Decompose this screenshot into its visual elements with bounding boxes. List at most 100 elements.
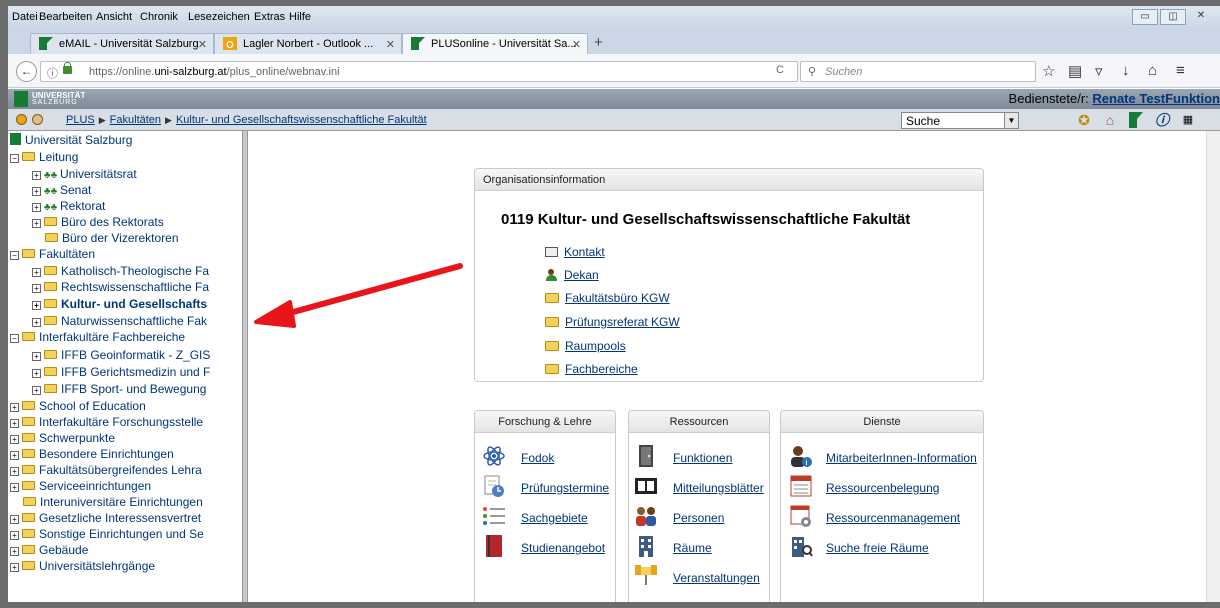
- tree-item[interactable]: Universität Salzburg: [10, 133, 132, 147]
- expand-icon[interactable]: +: [10, 451, 19, 460]
- menu-bearbeiten[interactable]: Bearbeiten: [39, 11, 92, 23]
- link-raeume[interactable]: Räume: [673, 541, 712, 555]
- menu-chronik[interactable]: Chronik: [140, 11, 178, 23]
- tree-item[interactable]: + Universitätslehrgänge: [10, 559, 155, 573]
- link-fakultaetsbuero[interactable]: Fakultätsbüro KGW: [545, 291, 670, 305]
- tree-item[interactable]: + IFFB Sport- und Bewegung: [32, 382, 206, 396]
- expand-icon[interactable]: +: [32, 203, 41, 212]
- menu-extras[interactable]: Extras: [254, 11, 285, 23]
- close-tab-icon[interactable]: ✕: [386, 38, 395, 51]
- reload-icon[interactable]: C: [776, 64, 784, 76]
- tree-item[interactable]: + IFFB Gerichtsmedizin und F: [32, 365, 210, 379]
- minimize-button[interactable]: ▭: [1132, 9, 1158, 25]
- tree-item[interactable]: Büro der Vizerektoren: [45, 231, 179, 245]
- plus-flag-icon[interactable]: [1126, 111, 1146, 129]
- tree-item[interactable]: − Leitung: [10, 150, 78, 164]
- tree-item[interactable]: + ♣♣ Senat: [32, 183, 91, 197]
- expand-icon[interactable]: +: [10, 531, 19, 540]
- link-suche-freie-raeume[interactable]: Suche freie Räume: [826, 541, 929, 555]
- back-circle-icon[interactable]: [16, 114, 27, 125]
- link-ressourcenmanagement[interactable]: Ressourcenmanagement: [826, 511, 960, 525]
- tree-item[interactable]: + School of Education: [10, 399, 146, 413]
- expand-icon[interactable]: +: [32, 386, 41, 395]
- tree-item[interactable]: + Besondere Einrichtungen: [10, 447, 174, 461]
- bookmark-star-icon[interactable]: ☆: [1042, 62, 1055, 80]
- expand-icon[interactable]: +: [32, 284, 41, 293]
- breadcrumb-kgw[interactable]: Kultur- und Gesellschaftswissenschaftlic…: [176, 114, 427, 126]
- history-circle-icon[interactable]: [32, 114, 43, 125]
- tree-item[interactable]: + ♣♣ Universitätsrat: [32, 167, 137, 181]
- link-dekan[interactable]: Dekan: [545, 268, 599, 282]
- tab-plusonline[interactable]: PLUSonline - Universität Sa... ✕: [402, 33, 588, 54]
- expand-icon[interactable]: +: [32, 318, 41, 327]
- close-tab-icon[interactable]: ✕: [198, 38, 207, 51]
- url-bar[interactable]: ⓘ https://online.uni-salzburg.at/plus_on…: [40, 61, 798, 82]
- link-fodok[interactable]: Fodok: [521, 451, 554, 465]
- tree-item-selected[interactable]: + Kultur- und Gesellschafts: [32, 297, 207, 311]
- university-logo[interactable]: UNIVERSITÄT SALZBURG: [14, 91, 112, 107]
- hamburger-menu-icon[interactable]: ≡: [1176, 62, 1185, 79]
- collapse-icon[interactable]: −: [10, 251, 19, 260]
- tree-item[interactable]: + Interfakultäre Forschungsstelle: [10, 415, 203, 429]
- menu-ansicht[interactable]: Ansicht: [96, 11, 132, 23]
- menu-lesezeichen[interactable]: Lesezeichen: [188, 11, 250, 23]
- expand-icon[interactable]: +: [10, 563, 19, 572]
- collapse-icon[interactable]: −: [10, 334, 19, 343]
- tree-item[interactable]: + Gebäude: [10, 543, 88, 557]
- info-icon[interactable]: ⓘ: [1152, 111, 1172, 129]
- link-pruefungsreferat[interactable]: Prüfungsreferat KGW: [545, 315, 680, 329]
- search-select[interactable]: Suche ▼: [901, 112, 1019, 129]
- tab-outlook[interactable]: O Lagler Norbert - Outlook ... ✕: [214, 33, 402, 54]
- breadcrumb-plus[interactable]: PLUS: [66, 114, 95, 126]
- tree-item[interactable]: Interuniversitäre Einrichtungen: [23, 495, 203, 509]
- expand-icon[interactable]: +: [10, 419, 19, 428]
- tree-item[interactable]: − Fakultäten: [10, 247, 95, 261]
- expand-icon[interactable]: +: [32, 301, 41, 310]
- link-studienangebot[interactable]: Studienangebot: [521, 541, 605, 555]
- sitemap-icon[interactable]: ▦: [1178, 111, 1198, 129]
- pocket-icon[interactable]: ▿: [1095, 62, 1103, 80]
- expand-icon[interactable]: +: [32, 369, 41, 378]
- tab-email[interactable]: eMAIL - Universität Salzburg ✕: [30, 33, 214, 54]
- link-pruefungstermine[interactable]: Prüfungstermine: [521, 481, 609, 495]
- link-funktionen[interactable]: Funktionen: [673, 451, 732, 465]
- tree-item[interactable]: + IFFB Geoinformatik - Z_GIS: [32, 348, 210, 362]
- expand-icon[interactable]: +: [32, 268, 41, 277]
- tree-item[interactable]: + Sonstige Einrichtungen und Se: [10, 527, 204, 541]
- expand-icon[interactable]: +: [10, 467, 19, 476]
- tree-item[interactable]: + Rechtswissenschaftliche Fa: [32, 280, 209, 294]
- search-input[interactable]: ⚲ Suchen: [800, 61, 1036, 82]
- link-fachbereiche[interactable]: Fachbereiche: [545, 362, 638, 376]
- tree-item[interactable]: − Interfakultäre Fachbereiche: [10, 330, 185, 344]
- expand-icon[interactable]: +: [32, 352, 41, 361]
- home-icon[interactable]: ⌂: [1148, 62, 1157, 79]
- close-tab-icon[interactable]: ✕: [572, 38, 581, 51]
- link-personen[interactable]: Personen: [673, 511, 724, 525]
- link-kontakt[interactable]: Kontakt: [545, 245, 605, 259]
- expand-icon[interactable]: +: [10, 547, 19, 556]
- link-mitteilungsblaetter[interactable]: Mitteilungsblätter: [673, 481, 764, 495]
- menu-datei[interactable]: Datei: [12, 11, 38, 23]
- info-icon[interactable]: ⓘ: [47, 65, 58, 81]
- user-name-link[interactable]: Renate TestFunktion: [1092, 91, 1220, 106]
- vertical-scrollbar[interactable]: [1206, 131, 1220, 602]
- expand-icon[interactable]: +: [32, 219, 41, 228]
- menu-hilfe[interactable]: Hilfe: [289, 11, 311, 23]
- download-icon[interactable]: ↓: [1122, 62, 1130, 79]
- breadcrumb-fakultaeten[interactable]: Fakultäten: [110, 114, 161, 126]
- tree-item[interactable]: + Schwerpunkte: [10, 431, 115, 445]
- tree-item[interactable]: + Naturwissenschaftliche Fak: [32, 314, 207, 328]
- expand-icon[interactable]: +: [32, 187, 41, 196]
- close-window-button[interactable]: ✕: [1188, 9, 1214, 25]
- link-ressourcenbelegung[interactable]: Ressourcenbelegung: [826, 481, 939, 495]
- expand-icon[interactable]: +: [32, 171, 41, 180]
- tree-item[interactable]: + ♣♣ Rektorat: [32, 199, 105, 213]
- tree-item[interactable]: + Katholisch-Theologische Fa: [32, 264, 209, 278]
- reading-list-icon[interactable]: ▤: [1068, 62, 1082, 80]
- expand-icon[interactable]: +: [10, 435, 19, 444]
- expand-icon[interactable]: +: [10, 515, 19, 524]
- home-icon[interactable]: ⌂: [1100, 111, 1120, 129]
- chevron-down-icon[interactable]: ▼: [1004, 113, 1018, 128]
- tree-item[interactable]: + Büro des Rektorats: [32, 215, 164, 229]
- link-mitarbeiterinnen-information[interactable]: MitarbeiterInnen-Information: [826, 451, 977, 465]
